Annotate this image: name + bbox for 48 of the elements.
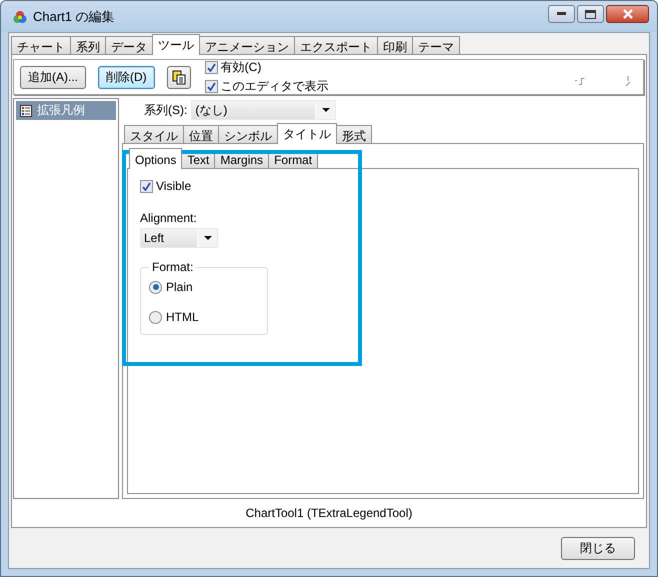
- step-icon: [575, 77, 585, 85]
- color-wheel-icon: [13, 10, 27, 24]
- close-dialog-button[interactable]: 閉じる: [561, 536, 635, 560]
- checkbox[interactable]: [204, 80, 218, 93]
- tab[interactable]: データ: [105, 36, 153, 54]
- close-icon: [622, 9, 634, 19]
- dropdown-arrow-icon: [204, 236, 212, 240]
- minimize-icon: [556, 12, 566, 16]
- status-text: ChartTool1 (TExtraLegendTool): [244, 505, 414, 522]
- alignment-dropdown[interactable]: Left: [140, 228, 218, 248]
- radio-label: HTML: [166, 310, 199, 324]
- close-button[interactable]: [606, 5, 649, 23]
- copy-icon: [172, 70, 186, 84]
- alignment-label: Alignment:: [140, 211, 198, 225]
- tab[interactable]: エクスポート: [294, 36, 378, 54]
- series-dropdown[interactable]: (なし): [191, 100, 336, 120]
- legend-icon: [20, 104, 32, 116]
- maximize-button[interactable]: [577, 5, 604, 23]
- toolbar-button[interactable]: 追加(A)...: [20, 66, 86, 88]
- radio-button[interactable]: [149, 310, 162, 324]
- tab[interactable]: テーマ: [412, 36, 460, 54]
- radio-button[interactable]: [149, 280, 162, 294]
- checkbox-label: このエディタで表示: [220, 78, 329, 95]
- dropdown-arrow-icon: [322, 108, 330, 112]
- tab[interactable]: 印刷: [377, 36, 413, 54]
- checkbox-label: 有効(C): [220, 59, 262, 76]
- checkbox[interactable]: [140, 180, 153, 192]
- tab[interactable]: シンボル: [218, 125, 278, 143]
- tab[interactable]: 位置: [183, 125, 219, 143]
- minimize-button[interactable]: [548, 5, 575, 23]
- group-title: Format:: [151, 260, 194, 274]
- tab[interactable]: アニメーション: [199, 36, 295, 54]
- tab[interactable]: タイトル: [277, 123, 337, 144]
- window-title: Chart1 の編集: [33, 8, 115, 26]
- tab[interactable]: チャート: [11, 36, 71, 54]
- copy-button[interactable]: [166, 66, 191, 88]
- tab[interactable]: 系列: [70, 36, 106, 54]
- series-label: 系列(S):: [144, 102, 188, 118]
- tab[interactable]: スタイル: [124, 125, 184, 143]
- tab[interactable]: 形式: [336, 125, 372, 143]
- checkbox[interactable]: [204, 61, 218, 74]
- checkbox-label: Visible: [156, 179, 192, 193]
- maximize-icon: [585, 10, 596, 18]
- toolbar-button[interactable]: 削除(D): [98, 66, 155, 88]
- radio-label: Plain: [166, 280, 193, 294]
- slash-icon: [625, 76, 631, 86]
- tab[interactable]: Options: [129, 148, 182, 169]
- tab[interactable]: ツール: [152, 34, 200, 55]
